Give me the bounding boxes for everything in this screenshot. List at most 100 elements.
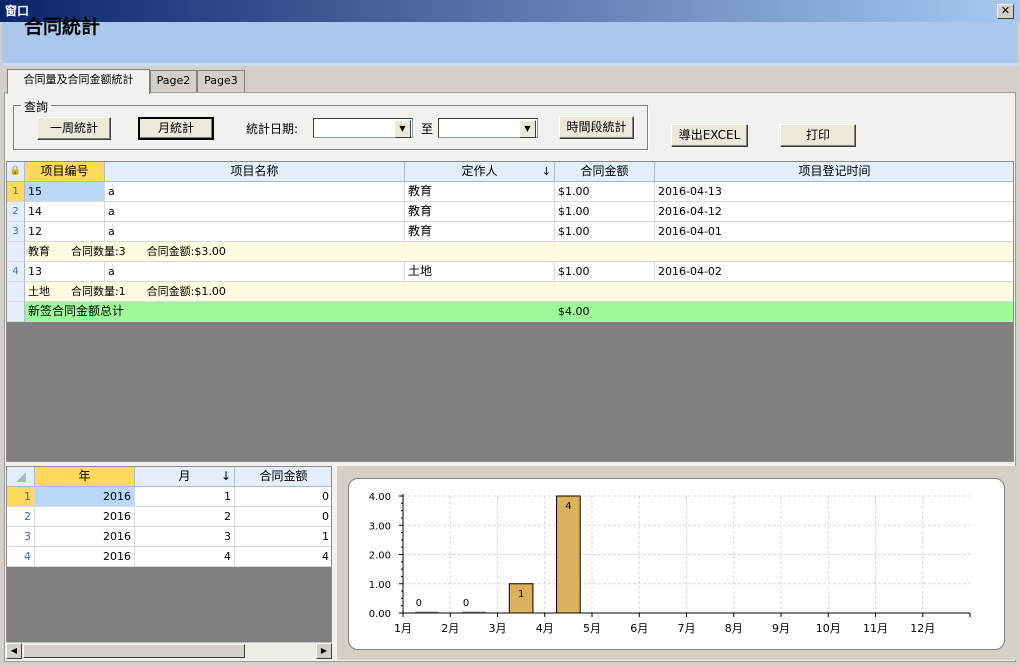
row-number[interactable]: 2 <box>7 507 35 527</box>
scroll-right-icon[interactable]: ▶ <box>316 643 332 659</box>
cell-reg-time[interactable]: 2016-04-12 <box>655 202 1013 222</box>
column-header-year[interactable]: 年 <box>35 467 135 487</box>
chevron-down-icon[interactable]: ▼ <box>519 120 536 138</box>
header-band <box>2 22 1018 66</box>
cell-project-name[interactable]: a <box>105 202 405 222</box>
monthly-summary-grid[interactable]: 年 月 ↓ 合同金额 1 2016 1 0 2 2016 2 0 3 2016 3… <box>6 466 332 659</box>
table-row[interactable]: 2 14 a 教育 $1.00 2016-04-12 <box>7 202 1013 222</box>
tab-contract-stats[interactable]: 合同量及合同金额統計 <box>7 69 150 94</box>
x-tick-label: 10月 <box>816 622 841 635</box>
y-tick-label: 2.00 <box>369 551 391 562</box>
cell-amount[interactable]: $1.00 <box>555 182 655 202</box>
row-number[interactable]: 1 <box>7 487 35 507</box>
sort-down-icon: ↓ <box>541 165 551 178</box>
y-tick-label: 4.00 <box>369 492 391 503</box>
cell-client[interactable]: 教育 <box>405 182 555 202</box>
row-number[interactable] <box>7 242 25 262</box>
chevron-down-icon[interactable]: ▼ <box>394 120 411 138</box>
end-date-combo[interactable]: ▼ <box>438 118 538 138</box>
column-header-amount[interactable]: 合同金额 <box>235 467 331 487</box>
week-stats-button[interactable]: 一周統計 <box>37 117 111 140</box>
row-number[interactable] <box>7 282 25 302</box>
month-stats-button[interactable]: 月統計 <box>138 117 214 140</box>
query-group-legend: 查詢 <box>21 98 52 115</box>
cell-project-name[interactable]: a <box>105 222 405 242</box>
row-number[interactable]: 4 <box>7 547 35 567</box>
scroll-left-icon[interactable]: ◀ <box>6 643 22 659</box>
cell-month[interactable]: 3 <box>135 527 235 547</box>
page-title: 合同統計 <box>24 16 101 38</box>
table-row[interactable]: 4 13 a 土地 $1.00 2016-04-02 <box>7 262 1013 282</box>
row-number[interactable]: 1 <box>7 182 25 202</box>
close-button[interactable]: ✕ <box>997 4 1014 19</box>
cell-amount[interactable]: $1.00 <box>555 262 655 282</box>
x-tick-label: 3月 <box>489 622 507 635</box>
to-label: 至 <box>421 122 434 136</box>
cell-year[interactable]: 2016 <box>35 527 135 547</box>
grid-header-row: 🔒 项目编号 项目名称 定作人 ↓ 合同金额 项目登记时间 <box>7 162 1013 182</box>
select-all-corner[interactable] <box>7 467 35 487</box>
cell-project-no[interactable]: 12 <box>25 222 105 242</box>
cell-amount[interactable]: $1.00 <box>555 222 655 242</box>
cell-amount[interactable]: $1.00 <box>555 202 655 222</box>
column-header-client[interactable]: 定作人 ↓ <box>405 162 555 182</box>
print-button[interactable]: 打印 <box>780 124 856 147</box>
tab-page3[interactable]: Page3 <box>197 70 245 92</box>
cell-amount[interactable]: 1 <box>235 527 331 547</box>
table-row[interactable]: 1 15 a 教育 $1.00 2016-04-13 <box>7 182 1013 202</box>
column-header-project-name[interactable]: 项目名称 <box>105 162 405 182</box>
cell-year[interactable]: 2016 <box>35 547 135 567</box>
cell-client[interactable]: 土地 <box>405 262 555 282</box>
cell-year[interactable]: 2016 <box>35 487 135 507</box>
export-excel-button[interactable]: 導出EXCEL <box>671 124 748 147</box>
x-tick-label: 4月 <box>536 622 554 635</box>
cell-month[interactable]: 2 <box>135 507 235 527</box>
table-row[interactable]: 3 12 a 教育 $1.00 2016-04-01 <box>7 222 1013 242</box>
contract-grid[interactable]: 🔒 项目编号 项目名称 定作人 ↓ 合同金额 项目登记时间 1 15 a 教育 $… <box>6 161 1014 462</box>
x-tick-label: 2月 <box>441 622 459 635</box>
group-row[interactable]: 土地 合同数量:1 合同金额:$1.00 <box>7 282 1013 302</box>
column-header-reg-time[interactable]: 项目登记时间 <box>655 162 1013 182</box>
tab-page2[interactable]: Page2 <box>150 70 197 92</box>
group-row[interactable]: 教育 合同数量:3 合同金额:$3.00 <box>7 242 1013 262</box>
start-date-combo[interactable]: ▼ <box>313 118 413 138</box>
cell-project-name[interactable]: a <box>105 262 405 282</box>
cell-amount[interactable]: 4 <box>235 547 331 567</box>
column-header-month-label: 月 <box>178 469 191 483</box>
cell-amount[interactable]: 0 <box>235 487 331 507</box>
cell-month[interactable]: 1 <box>135 487 235 507</box>
x-tick-label: 5月 <box>583 622 601 635</box>
row-number[interactable]: 3 <box>7 527 35 547</box>
column-header-project-no[interactable]: 项目编号 <box>25 162 105 182</box>
column-header-month[interactable]: 月 ↓ <box>135 467 235 487</box>
x-tick-label: 9月 <box>772 622 790 635</box>
cell-reg-time[interactable]: 2016-04-13 <box>655 182 1013 202</box>
cell-amount[interactable]: 0 <box>235 507 331 527</box>
row-number[interactable]: 2 <box>7 202 25 222</box>
x-tick-label: 6月 <box>630 622 648 635</box>
cell-reg-time[interactable]: 2016-04-01 <box>655 222 1013 242</box>
total-row[interactable]: 新签合同金额总计 $4.00 <box>7 302 1013 322</box>
cell-reg-time[interactable]: 2016-04-02 <box>655 262 1013 282</box>
cell-year[interactable]: 2016 <box>35 507 135 527</box>
bar <box>556 495 581 614</box>
cell-project-no[interactable]: 15 <box>25 182 105 202</box>
cell-month[interactable]: 4 <box>135 547 235 567</box>
close-icon: ✕ <box>1000 4 1011 17</box>
cell-project-no[interactable]: 14 <box>25 202 105 222</box>
column-header-amount[interactable]: 合同金额 <box>555 162 655 182</box>
row-number[interactable] <box>7 302 25 322</box>
group-summary: 教育 合同数量:3 合同金额:$3.00 <box>25 242 1013 262</box>
chart-grid <box>402 495 970 614</box>
scrollbar-thumb[interactable] <box>23 644 245 658</box>
cell-client[interactable]: 教育 <box>405 202 555 222</box>
cell-project-no[interactable]: 13 <box>25 262 105 282</box>
date-label: 統計日期: <box>246 122 299 136</box>
cell-project-name[interactable]: a <box>105 182 405 202</box>
row-number[interactable]: 4 <box>7 262 25 282</box>
horizontal-scrollbar[interactable]: ◀ ▶ <box>6 642 332 659</box>
cell-client[interactable]: 教育 <box>405 222 555 242</box>
range-stats-button[interactable]: 時間段統計 <box>559 116 634 139</box>
x-tick-label: 11月 <box>863 622 888 635</box>
row-number[interactable]: 3 <box>7 222 25 242</box>
